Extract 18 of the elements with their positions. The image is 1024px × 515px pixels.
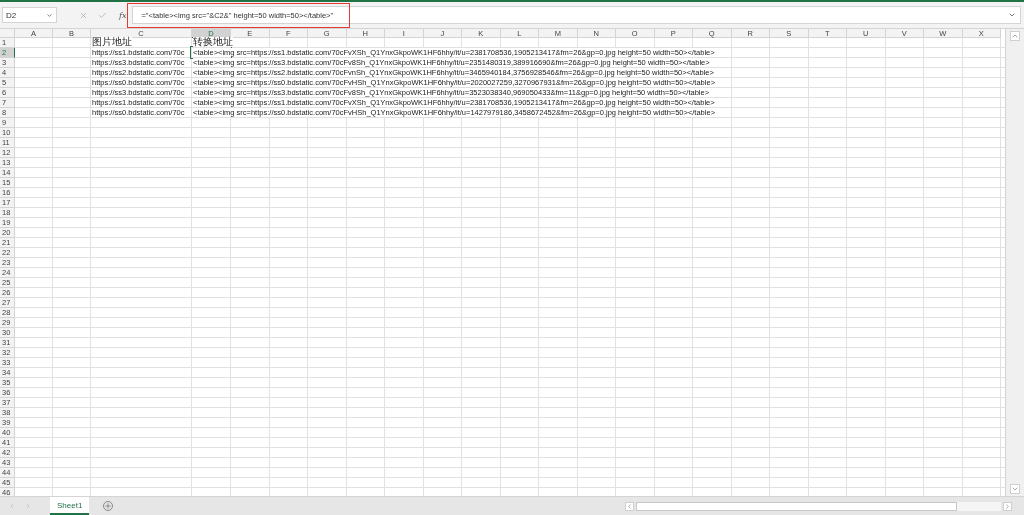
sheet-tab[interactable]: Sheet1 [50, 497, 90, 515]
dropdown-icon[interactable] [46, 11, 53, 19]
add-sheet-icon[interactable] [103, 501, 114, 511]
select-all-corner[interactable] [0, 29, 15, 38]
scroll-down-icon[interactable] [1010, 484, 1020, 494]
cancel-icon[interactable] [79, 10, 88, 20]
name-box[interactable]: D2 [2, 7, 57, 23]
scroll-up-icon[interactable] [1010, 31, 1020, 41]
insert-function-button[interactable]: fx [119, 10, 127, 20]
scroll-right-icon[interactable] [1003, 501, 1012, 511]
enter-icon[interactable] [98, 10, 107, 20]
expand-icon[interactable] [1008, 11, 1016, 19]
horizontal-scrollbar[interactable] [636, 501, 1001, 511]
cell-text: 转换地址 [193, 37, 233, 47]
previous-sheet-icon[interactable] [8, 502, 16, 510]
cell-text: 图片地址 [92, 37, 132, 47]
next-sheet-icon[interactable] [24, 502, 32, 510]
scroll-left-icon[interactable] [625, 501, 634, 511]
